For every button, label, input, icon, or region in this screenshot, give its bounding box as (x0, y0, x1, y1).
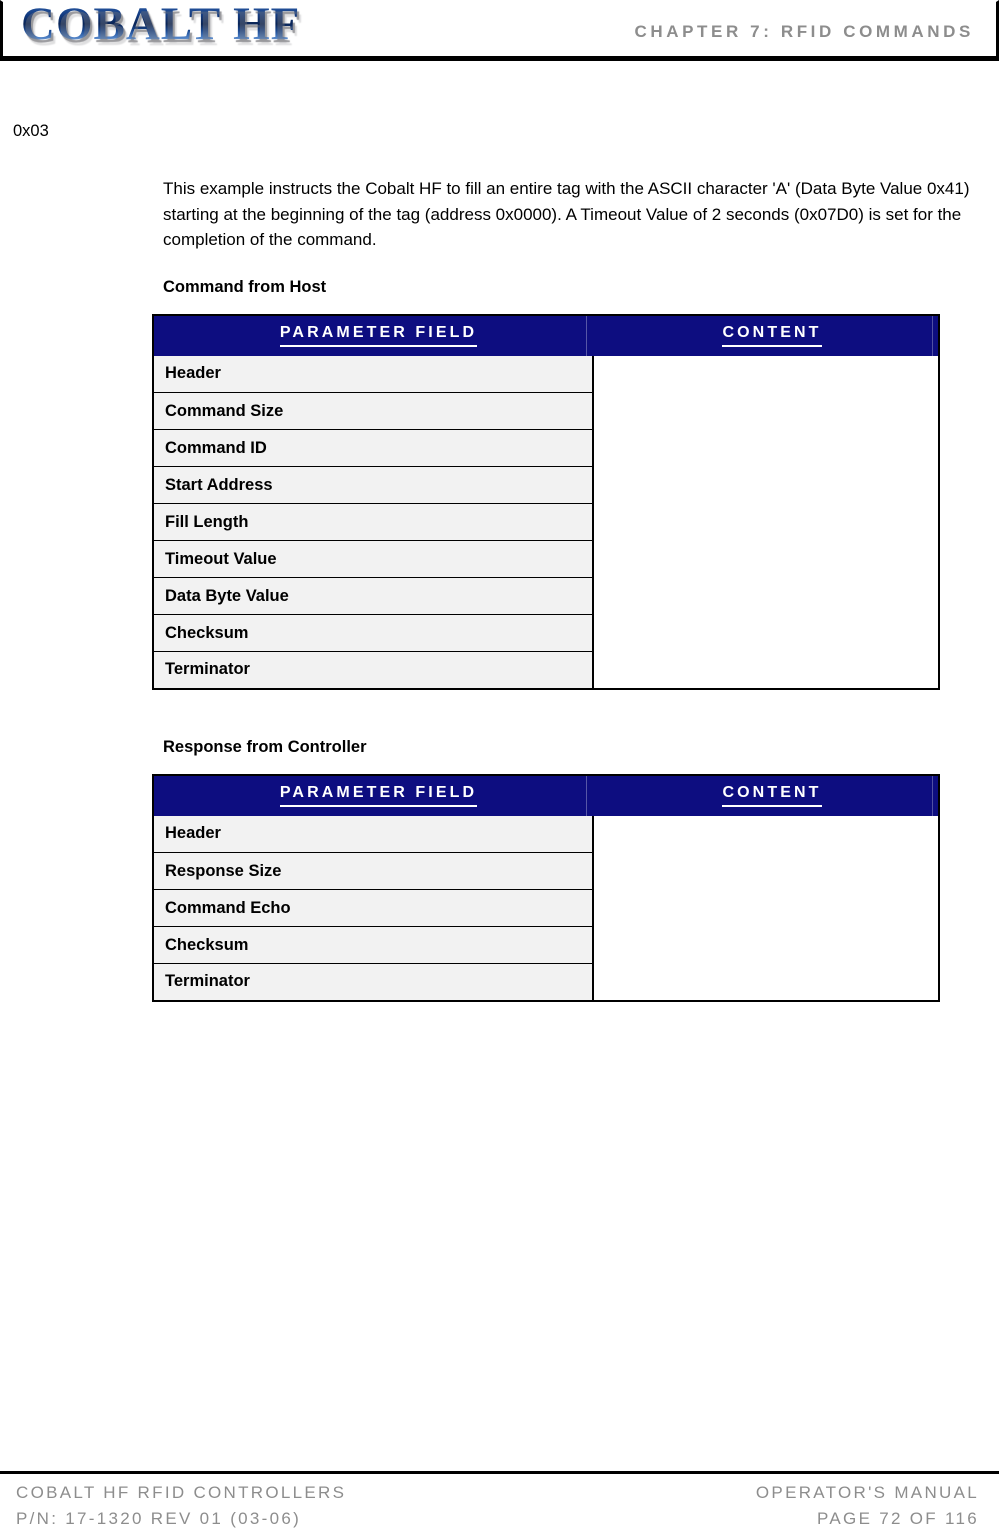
table-row: Checksum Optional (0, 122, 999, 652)
table-row: Response Size 0x0001 (0, 122, 999, 890)
page-footer: COBALT HF RFID CONTROLLERS P/N: 17-1320 … (0, 1476, 999, 1530)
cell-content: 0x03 (0, 122, 999, 159)
column-header-parameter-field: PARAMETER FIELD (153, 774, 593, 816)
cell-parameter: Command ID (153, 429, 594, 467)
cell-parameter: Terminator (153, 651, 594, 689)
footer-left-block: COBALT HF RFID CONTROLLERS P/N: 17-1320 … (16, 1480, 346, 1532)
table-header-row: PARAMETER FIELD CONTENT (153, 314, 939, 356)
cobalt-hf-logo: COBALT HF (21, 0, 300, 52)
column-header-content: CONTENT (593, 774, 939, 816)
footer-page-number: PAGE 72 OF 116 (817, 1509, 979, 1528)
cell-parameter: Header (153, 355, 594, 393)
cell-parameter: Command Size (153, 392, 594, 430)
table-row: Checksum Optional (0, 122, 999, 964)
column-header-content: CONTENT (593, 314, 939, 356)
cell-parameter: Checksum (153, 614, 594, 652)
cell-parameter: Timeout Value (153, 540, 594, 578)
footer-part-number: P/N: 17-1320 REV 01 (03-06) (16, 1509, 302, 1528)
table-caption-command-from-host: Command from Host (163, 277, 327, 296)
table-row: Terminator 0x03 (0, 122, 999, 689)
cell-parameter: Terminator (153, 963, 594, 1001)
command-from-host-table: PARAMETER FIELD CONTENT Header 0x02, 0x0… (0, 122, 999, 690)
table-row: Terminator 0x03 (0, 122, 999, 1001)
table-row: Command Size 0x0008 (0, 122, 999, 430)
cell-parameter: Response Size (153, 852, 594, 890)
cell-parameter: Checksum (153, 926, 594, 964)
cell-parameter: Fill Length (153, 503, 594, 541)
table-row: Header 0x02, 0x02 (0, 122, 999, 853)
footer-manual-type: OPERATOR'S MANUAL (755, 1483, 979, 1502)
table-row: Data Byte Value 0x41 (0, 122, 999, 615)
intro-paragraph: This example instructs the Cobalt HF to … (163, 179, 970, 249)
table-row: Fill Length 0x0000 (0, 122, 999, 541)
table-row: Header 0x02, 0x02 (0, 122, 999, 393)
cell-parameter: Command Echo (153, 889, 594, 927)
footer-divider-rule (0, 1471, 999, 1474)
cell-parameter: Start Address (153, 466, 594, 504)
response-from-controller-table: PARAMETER FIELD CONTENT Header 0x02, 0x0… (0, 122, 999, 1002)
column-header-parameter-field: PARAMETER FIELD (153, 314, 593, 356)
table-row: Timeout Value 0x07D0 (0, 122, 999, 578)
table-row: Command Echo 0x04 (0, 122, 999, 927)
cell-parameter: Header (153, 815, 594, 853)
table-header-row: PARAMETER FIELD CONTENT (153, 774, 939, 816)
table-row: Start Address 0x0000 (0, 122, 999, 504)
cell-parameter: Data Byte Value (153, 577, 594, 615)
table-row: Command ID 0x04 (0, 122, 999, 467)
chapter-title: CHAPTER 7: RFID COMMANDS (634, 22, 974, 41)
table-caption-response-from-controller: Response from Controller (163, 737, 367, 756)
document-content: Command 04 (Fill Tag) - ABx Fast Command… (0, 61, 999, 1002)
footer-product-name: COBALT HF RFID CONTROLLERS (16, 1483, 347, 1502)
page-header: COBALT HF CHAPTER 7: RFID COMMANDS (0, 0, 999, 58)
footer-right-block: OPERATOR'S MANUAL PAGE 72 OF 116 (756, 1480, 979, 1532)
